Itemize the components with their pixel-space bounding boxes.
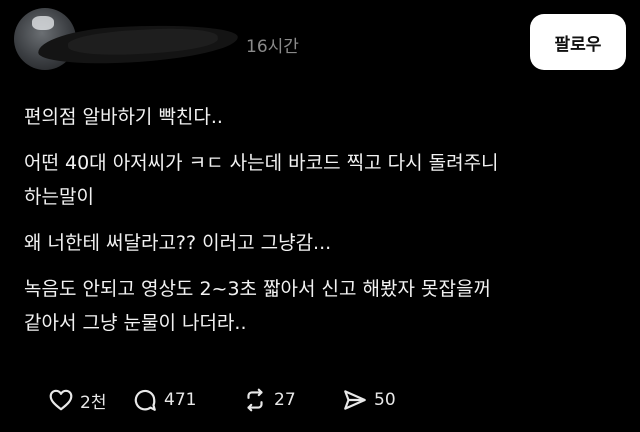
post-actions: 2천 471 27 50 xyxy=(48,384,422,416)
post-line: 하는말이 xyxy=(24,186,94,208)
follow-button[interactable]: 팔로우 xyxy=(530,14,626,70)
post-line: 어떤 40대 아저씨가 ㅋㄷ 사는데 바코드 찍고 다시 돌려주니 xyxy=(24,152,499,174)
post-line: 같아서 그냥 눈물이 나더라.. xyxy=(24,312,247,334)
repost-count: 27 xyxy=(274,390,296,410)
repost-icon xyxy=(247,388,263,412)
share-send-icon xyxy=(344,390,366,410)
comment-count: 471 xyxy=(164,390,197,410)
repost-button[interactable]: 27 xyxy=(242,387,342,413)
post-paragraph: 녹음도 안되고 영상도 2~3초 짧아서 신고 해봤자 못잡을꺼 같아서 그냥 … xyxy=(24,272,624,340)
comment-bubble-icon xyxy=(134,389,156,411)
like-count: 2천 xyxy=(80,392,107,413)
post-header: 16시간 팔로우 xyxy=(0,0,640,80)
post-line: 편의점 알바하기 빡친다.. xyxy=(24,106,223,128)
heart-icon xyxy=(49,389,73,411)
post-line: 왜 너한테 써달라고?? 이러고 그냥감... xyxy=(24,232,332,254)
comment-button[interactable]: 471 xyxy=(132,387,242,413)
share-count: 50 xyxy=(374,390,396,410)
like-button[interactable]: 2천 xyxy=(48,387,132,413)
post-paragraph: 어떤 40대 아저씨가 ㅋㄷ 사는데 바코드 찍고 다시 돌려주니 하는말이 xyxy=(24,146,624,214)
post-paragraph: 편의점 알바하기 빡친다.. xyxy=(24,100,624,134)
share-button[interactable]: 50 xyxy=(342,387,422,413)
post-line: 녹음도 안되고 영상도 2~3초 짧아서 신고 해봤자 못잡을꺼 xyxy=(24,278,491,300)
post-timestamp: 16시간 xyxy=(246,37,299,57)
post-paragraph: 왜 너한테 써달라고?? 이러고 그냥감... xyxy=(24,226,624,260)
post-body: 편의점 알바하기 빡친다.. 어떤 40대 아저씨가 ㅋㄷ 사는데 바코드 찍고… xyxy=(24,100,624,340)
